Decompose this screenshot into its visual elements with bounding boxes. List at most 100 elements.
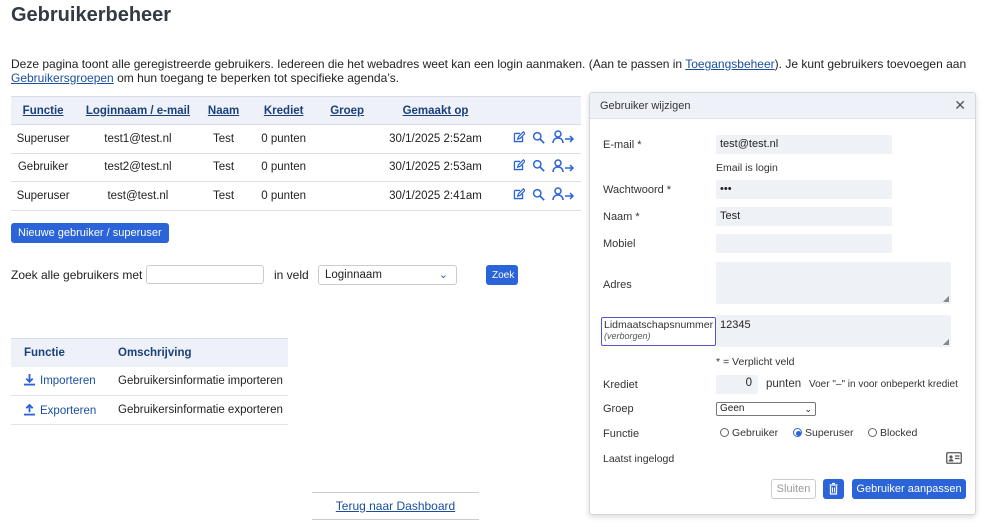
import-description: Gebruikersinformatie importeren — [105, 366, 288, 396]
cell-gemaakt: 30/1/2025 2:41am — [373, 181, 498, 211]
credit-label: Krediet — [603, 379, 638, 391]
col-header-functie[interactable]: Functie — [11, 96, 76, 125]
function-table-header: Functie Omschrijving — [11, 338, 288, 367]
cell-krediet: 0 punten — [246, 181, 321, 211]
close-icon[interactable]: ✕ — [954, 97, 966, 114]
users-table-header: Functie Loginnaam / e-mail Naam Krediet … — [11, 96, 581, 125]
email-note: Email is login — [716, 162, 778, 174]
search-icon[interactable] — [532, 188, 545, 204]
save-user-button[interactable]: Gebruiker aanpassen — [852, 479, 966, 499]
col-header-gemaakt[interactable]: Gemaakt op — [373, 96, 498, 125]
email-field[interactable]: test@test.nl — [716, 135, 892, 154]
mobile-field[interactable] — [716, 234, 892, 253]
search-input[interactable] — [146, 265, 264, 284]
group-select[interactable]: Geen ⌄ — [716, 402, 816, 416]
import-label: Importeren — [40, 375, 96, 388]
search-icon[interactable] — [532, 159, 545, 175]
cell-gemaakt: 30/1/2025 2:53am — [373, 153, 498, 182]
upload-icon — [24, 403, 35, 415]
password-field[interactable]: ••• — [716, 180, 892, 199]
users-table: Functie Loginnaam / e-mail Naam Krediet … — [11, 96, 581, 211]
row-actions — [497, 181, 581, 211]
edit-icon[interactable] — [512, 159, 526, 175]
mobile-label: Mobiel — [603, 238, 636, 250]
col-header-omschrijving: Omschrijving — [105, 338, 288, 367]
address-field[interactable]: ◢ — [716, 262, 951, 304]
cell-groep — [320, 181, 374, 211]
table-row: Gebruiker test2@test.nl Test 0 punten 30… — [11, 153, 581, 182]
col-header-krediet[interactable]: Krediet — [246, 96, 321, 125]
export-link[interactable]: Exporteren — [11, 395, 105, 425]
table-row: Superuser test1@test.nl Test 0 punten 30… — [11, 124, 581, 154]
search-button[interactable]: Zoek — [486, 265, 518, 285]
intro-text: Deze pagina toont alle geregistreerde ge… — [11, 57, 976, 85]
back-to-dashboard-link[interactable]: Terug naar Dashboard — [312, 492, 479, 520]
row-actions — [497, 153, 581, 182]
new-user-button[interactable]: Nieuwe gebruiker / superuser — [11, 223, 169, 243]
membership-label-text: Lidmaatschapsnummer — [604, 319, 714, 331]
role-radio-superuser[interactable]: Superuser — [793, 427, 853, 439]
field-label: in veld — [274, 268, 309, 282]
membership-sub: (verborgen) — [604, 331, 651, 341]
col-header-groep[interactable]: Groep — [320, 96, 374, 125]
col-header-login[interactable]: Loginnaam / e-mail — [75, 96, 201, 125]
dialog-title: Gebruiker wijzigen — [600, 100, 691, 112]
membership-field[interactable]: 12345 ◢ — [716, 315, 951, 347]
role-radio-gebruiker[interactable]: Gebruiker — [720, 427, 778, 439]
cell-krediet: 0 punten — [246, 124, 321, 154]
cell-groep — [320, 124, 374, 154]
field-select-value: Loginnaam — [325, 269, 382, 281]
name-label: Naam * — [603, 211, 640, 223]
radio-circle — [868, 428, 877, 437]
search-icon[interactable] — [532, 131, 545, 147]
group-label: Groep — [603, 403, 634, 415]
trash-icon — [829, 482, 838, 495]
resize-grip-icon[interactable]: ◢ — [943, 337, 949, 346]
user-switch-icon[interactable] — [552, 159, 576, 176]
col-header-actions — [497, 96, 581, 125]
col-header-functie: Functie — [11, 338, 105, 367]
page-title: Gebruikerbeheer — [11, 4, 172, 26]
password-label: Wachtwoord * — [603, 184, 672, 196]
user-switch-icon[interactable] — [552, 187, 576, 204]
cell-krediet: 0 punten — [246, 153, 321, 182]
cell-naam: Test — [200, 153, 247, 182]
last-login-label: Laatst ingelogd — [603, 453, 675, 465]
credit-field[interactable]: 0 — [716, 375, 758, 394]
name-field[interactable]: Test — [716, 207, 892, 226]
close-button[interactable]: Sluiten — [771, 479, 816, 499]
chevron-down-icon: ⌄ — [438, 269, 448, 281]
list-item: Importeren Gebruikersinformatie importer… — [11, 366, 288, 396]
role-radio-blocked[interactable]: Blocked — [868, 427, 917, 439]
credit-note: Voer "–" in voor onbeperkt krediet — [809, 379, 958, 390]
resize-grip-icon[interactable]: ◢ — [943, 294, 949, 303]
user-groups-link[interactable]: Gebruikersgroepen — [11, 71, 114, 85]
required-note: * = Verplicht veld — [716, 356, 795, 368]
cell-login: test2@test.nl — [75, 153, 201, 182]
radio-circle — [720, 428, 729, 437]
id-card-icon[interactable] — [946, 452, 962, 467]
row-actions — [497, 124, 581, 154]
field-select[interactable]: Loginnaam ⌄ — [318, 265, 457, 285]
edit-icon[interactable] — [512, 130, 526, 147]
cell-naam: Test — [200, 124, 247, 154]
role-label: Functie — [603, 428, 640, 440]
access-management-link[interactable]: Toegangsbeheer — [685, 57, 774, 71]
function-table: Functie Omschrijving Importeren Gebruike… — [11, 338, 288, 425]
export-description: Gebruikersinformatie exporteren — [105, 395, 288, 425]
group-select-value: Geen — [720, 403, 745, 414]
radio-circle-selected — [793, 428, 802, 437]
delete-button[interactable] — [823, 479, 844, 499]
cell-login: test@test.nl — [75, 181, 201, 211]
membership-value: 12345 — [720, 319, 751, 331]
import-link[interactable]: Importeren — [11, 366, 105, 396]
cell-groep — [320, 153, 374, 182]
user-switch-icon[interactable] — [552, 130, 576, 147]
col-header-naam[interactable]: Naam — [200, 96, 247, 125]
cell-functie: Gebruiker — [11, 153, 76, 182]
download-icon — [24, 374, 35, 386]
list-item: Exporteren Gebruikersinformatie exporter… — [11, 395, 288, 425]
credit-unit: punten — [766, 378, 802, 390]
cell-gemaakt: 30/1/2025 2:52am — [373, 124, 498, 154]
edit-icon[interactable] — [512, 187, 526, 204]
